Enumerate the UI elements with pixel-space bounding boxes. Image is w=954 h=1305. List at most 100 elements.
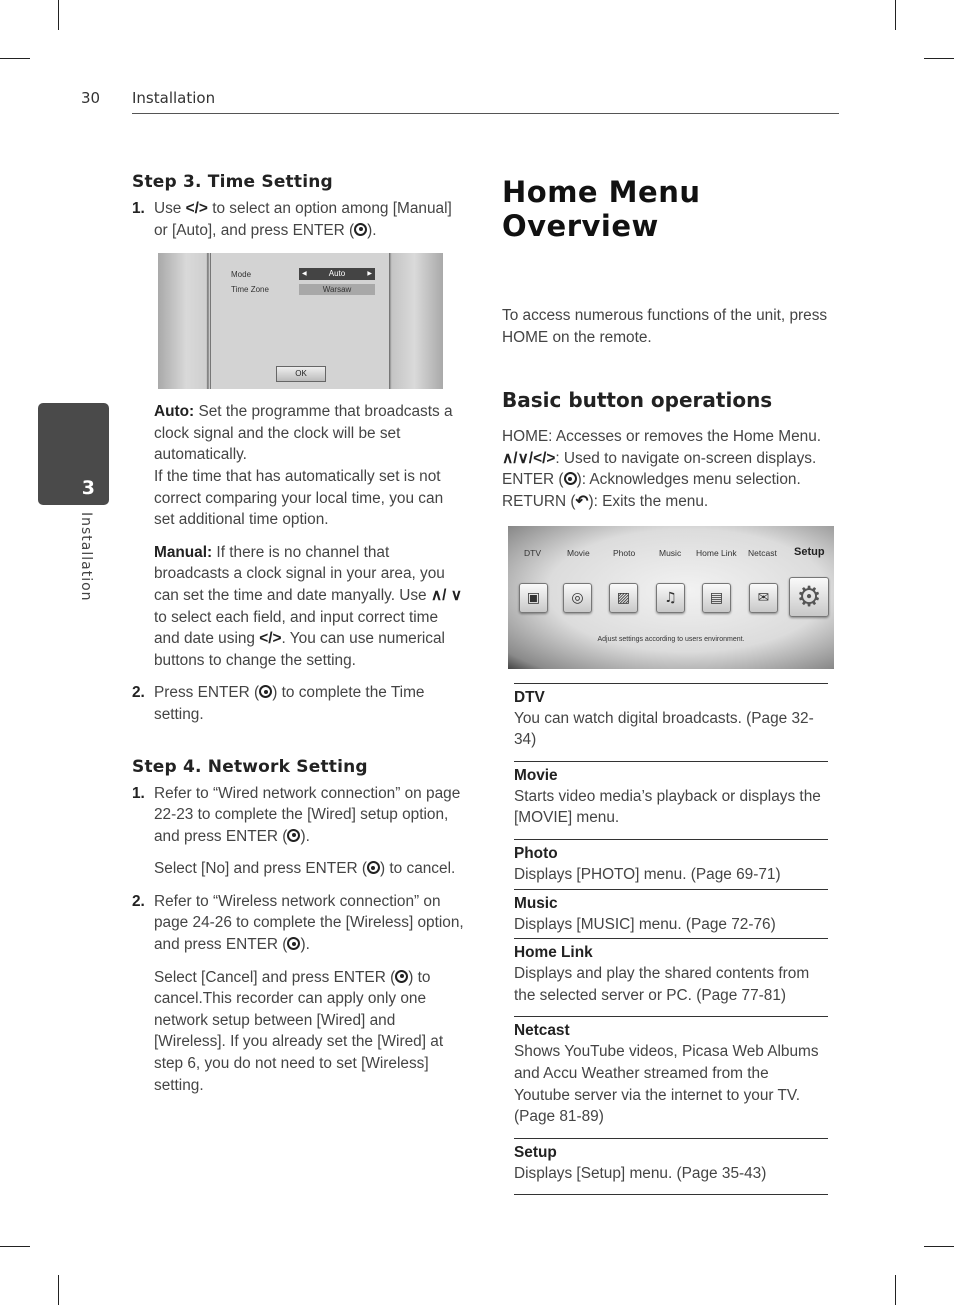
definition-movie: Movie Starts video media’s playback or di…	[514, 762, 828, 840]
text: Use	[154, 200, 186, 217]
home-menu-definitions: DTV You can watch digital broadcasts. (Pa…	[514, 682, 828, 1196]
tv-icon: ▣	[519, 582, 548, 613]
step4-item-1: 1. Refer to “Wired network connection” o…	[132, 783, 467, 848]
definition-photo: Photo Displays [PHOTO] menu. (Page 69-71)	[514, 840, 828, 890]
definition-description: Displays [PHOTO] menu. (Page 69-71)	[514, 865, 781, 883]
crop-mark	[924, 58, 954, 59]
time-setting-screenshot: Mode ◀ Auto ▶ Time Zone Warsaw OK	[158, 253, 443, 390]
home-menu-label-photo: Photo	[613, 547, 636, 558]
photo-icon: ▨	[609, 582, 638, 613]
folder-icon: ▤	[702, 582, 731, 613]
definition-dtv: DTV You can watch digital broadcasts. (Pa…	[514, 684, 828, 762]
text: Select [No] and press ENTER (	[154, 860, 367, 878]
enter-button-icon	[287, 937, 301, 951]
running-header: Installation	[132, 89, 216, 107]
definition-description: Displays [MUSIC] menu. (Page 72-76)	[514, 915, 776, 933]
manual-description: Manual: If there is no channel that broa…	[154, 542, 467, 672]
gear-icon: ⚙	[789, 576, 829, 617]
right-arrow-icon: ▶	[367, 271, 372, 278]
timezone-value: Warsaw	[299, 284, 375, 296]
text: ).	[300, 827, 310, 845]
definition-home-link: Home Link Displays and play the shared co…	[514, 939, 828, 1018]
home-menu-hint: Adjust settings according to users envir…	[597, 635, 745, 643]
home-button-line: HOME: Accesses or removes the Home Menu.	[502, 428, 822, 446]
header-rule	[132, 113, 839, 114]
definition-term: Photo	[514, 844, 558, 862]
text: ) to cancel.	[379, 860, 456, 878]
chapter-tab: 3	[38, 403, 109, 505]
text: ).	[300, 936, 310, 954]
enter-button-icon	[259, 685, 273, 699]
definition-description: Starts video media’s playback or display…	[514, 787, 821, 827]
step4-heading: Step 4. Network Setting	[132, 756, 368, 777]
step4-item-2-text: Refer to “Wireless network connection” o…	[154, 891, 467, 956]
intro-text: To access numerous functions of the unit…	[502, 307, 828, 346]
definition-music: Music Displays [MUSIC] menu. (Page 72-76)	[514, 890, 828, 940]
definition-term: Movie	[514, 766, 558, 784]
enter-line: ENTER ( ): Acknowledges menu selection.	[502, 469, 842, 491]
definition-description: Shows YouTube videos, Picasa Web Albums …	[514, 1043, 819, 1126]
list-number: 2.	[132, 684, 145, 702]
crop-mark	[0, 58, 30, 59]
mode-label: Mode	[231, 270, 252, 280]
text: ): Acknowledges menu selection.	[576, 471, 801, 489]
mode-selector: ◀ Auto ▶	[299, 268, 375, 281]
step4-item-2-note: Select [Cancel] and press ENTER () to ca…	[154, 967, 467, 1097]
definition-description: You can watch digital broadcasts. (Page …	[514, 709, 814, 749]
auto-label: Auto:	[154, 403, 195, 421]
left-column: Step 3. Time Setting 1. Use </> to selec…	[132, 172, 467, 1096]
auto-description: Auto: Set the programme that broadcasts …	[154, 401, 467, 531]
enter-button-icon	[395, 969, 409, 983]
definition-netcast: Netcast Shows YouTube videos, Picasa Web …	[514, 1017, 828, 1139]
timezone-label: Time Zone	[231, 285, 269, 295]
definition-setup: Setup Displays [Setup] menu. (Page 35-43)	[514, 1139, 828, 1196]
crop-mark	[58, 1275, 59, 1305]
list-number: 1.	[132, 200, 145, 217]
chapter-number: 3	[81, 477, 95, 499]
text: Press ENTER (	[154, 684, 260, 702]
text: If the time that has automatically set i…	[154, 467, 444, 529]
home-menu-label-movie: Movie	[567, 547, 590, 558]
step4-item-1-text: Refer to “Wired network connection” on p…	[154, 783, 467, 848]
text: RETURN (	[502, 492, 576, 510]
enter-button-icon	[366, 861, 380, 875]
crop-mark	[895, 0, 896, 30]
home-menu-label-home-link: Home Link	[696, 547, 737, 558]
text: ENTER (	[502, 471, 564, 489]
step3-item-1: 1. Use </> to select an option among [Ma…	[132, 198, 467, 241]
list-number: 2.	[132, 892, 145, 910]
home-menu-label-setup: Setup	[794, 545, 825, 558]
navigate-line: ∧/∨/</>: Used to navigate on-screen disp…	[502, 448, 842, 470]
direction-arrows-icon: ∧/∨/</>	[502, 449, 556, 467]
definition-term: Home Link	[514, 944, 593, 962]
definition-term: Music	[514, 894, 558, 912]
step3-item-2-text: Press ENTER () to complete the Time sett…	[154, 682, 467, 725]
basic-operations-text: HOME: Accesses or removes the Home Menu.…	[502, 426, 842, 512]
definition-term: Setup	[514, 1143, 557, 1161]
chapter-tab-label: Installation	[78, 512, 94, 602]
return-line: RETURN (↶): Exits the menu.	[502, 491, 842, 513]
text: : Used to navigate on-screen displays.	[555, 449, 817, 467]
page-title: Home Menu Overview	[502, 175, 701, 243]
step4-item-1-note: Select [No] and press ENTER ( ) to cancel…	[154, 858, 467, 880]
definition-term: Netcast	[514, 1022, 570, 1040]
left-right-arrows-icon: </>	[185, 200, 208, 217]
mode-value: Auto	[328, 269, 346, 279]
enter-button-icon	[354, 222, 368, 236]
right-column: Home Menu Overview To access numerous fu…	[502, 172, 842, 1196]
list-number: 1.	[132, 784, 145, 802]
up-down-arrows-icon: ∧/ ∨	[430, 586, 462, 604]
step4-item-2: 2. Refer to “Wireless network connection…	[132, 891, 467, 956]
home-menu-label-dtv: DTV	[524, 547, 541, 558]
music-note-icon: ♫	[656, 582, 685, 613]
step3-heading: Step 3. Time Setting	[132, 172, 333, 192]
enter-button-icon	[563, 472, 577, 486]
home-menu-screenshot: Adjust settings according to users envir…	[508, 525, 834, 669]
left-right-arrows-icon: </>	[259, 630, 282, 648]
return-icon: ↶	[575, 492, 589, 510]
left-arrow-icon: ◀	[302, 271, 307, 278]
definition-description: Displays and play the shared contents fr…	[514, 965, 810, 1004]
step3-item-1-text: Use </> to select an option among [Manua…	[154, 198, 467, 241]
crop-mark	[0, 1246, 30, 1247]
text: Set the programme that broadcasts a cloc…	[154, 403, 453, 464]
